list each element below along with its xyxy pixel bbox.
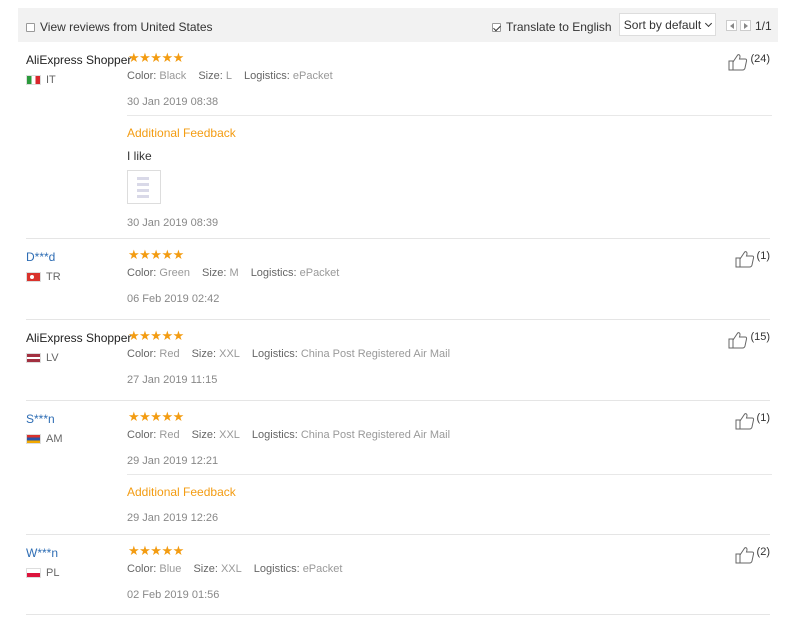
order-attributes: Color: Red Size: XXL Logistics: China Post… <box>127 429 451 441</box>
review-date: 30 Jan 2019 08:38 <box>127 96 219 108</box>
likes-count: (15) <box>750 331 770 343</box>
translate-label[interactable]: Translate to English <box>506 20 612 34</box>
reviewer-country: LV <box>26 352 59 364</box>
review-photo-thumbnail[interactable] <box>127 170 161 204</box>
flag-am-icon <box>26 434 41 444</box>
flag-tr-icon <box>26 272 41 282</box>
flag-pl-icon <box>26 568 41 578</box>
likes-count: (2) <box>756 546 770 558</box>
additional-feedback-date: 30 Jan 2019 08:39 <box>127 217 219 229</box>
flag-it-icon <box>26 75 41 85</box>
arrow-right-icon <box>743 22 748 29</box>
review-separator <box>26 614 770 615</box>
thumbs-up-icon[interactable] <box>735 250 755 268</box>
review-separator <box>26 400 770 401</box>
reviewer-name: D***d <box>26 250 56 264</box>
additional-feedback-title: Additional Feedback <box>127 126 236 140</box>
review-date: 29 Jan 2019 12:21 <box>127 455 219 467</box>
star-rating: ★★★★★ <box>128 543 184 558</box>
reviewer-country: IT <box>26 74 56 86</box>
review-separator <box>26 238 770 239</box>
review-item: W***n PL ★★★★★ Color: Blue Size: XXL Logis… <box>26 543 770 606</box>
sort-label: Sort by default <box>623 17 702 32</box>
country-code: IT <box>46 74 56 86</box>
helpful-vote[interactable]: (15) <box>728 331 770 349</box>
review-separator <box>26 534 770 535</box>
star-rating: ★★★★★ <box>128 50 184 65</box>
review-item: S***n AM ★★★★★ Color: Red Size: XXL Logist… <box>26 409 772 527</box>
arrow-left-icon <box>729 22 734 29</box>
likes-count: (1) <box>756 412 770 424</box>
reviewer-country: TR <box>26 271 61 283</box>
country-code: LV <box>46 352 59 364</box>
sort-dropdown[interactable]: Sort by default <box>619 13 716 36</box>
country-code: AM <box>46 433 63 445</box>
country-code: TR <box>46 271 61 283</box>
view-us-label[interactable]: View reviews from United States <box>40 20 213 34</box>
thumbs-up-icon[interactable] <box>735 546 755 564</box>
helpful-vote[interactable]: (1) <box>735 412 770 430</box>
thumbs-up-icon[interactable] <box>728 331 748 349</box>
order-attributes: Color: Black Size: L Logistics: ePacket <box>127 70 333 82</box>
helpful-vote[interactable]: (24) <box>728 53 770 71</box>
star-rating: ★★★★★ <box>128 328 184 343</box>
order-attributes: Color: Blue Size: XXL Logistics: ePacket <box>127 563 343 575</box>
next-page-button[interactable] <box>740 20 751 31</box>
additional-feedback-date: 29 Jan 2019 12:26 <box>127 512 219 524</box>
review-date: 06 Feb 2019 02:42 <box>127 293 220 305</box>
prev-page-button[interactable] <box>726 20 737 31</box>
view-us-filter[interactable]: View reviews from United States <box>26 20 213 34</box>
country-code: PL <box>46 567 60 579</box>
divider <box>127 115 772 116</box>
view-us-checkbox[interactable] <box>26 22 35 32</box>
helpful-vote[interactable]: (2) <box>735 546 770 564</box>
reviewer-country: PL <box>26 567 59 579</box>
star-rating: ★★★★★ <box>128 247 184 262</box>
review-separator <box>26 319 770 320</box>
flag-lv-icon <box>26 353 41 363</box>
order-attributes: Color: Green Size: M Logistics: ePacket <box>127 267 340 279</box>
likes-count: (24) <box>750 53 770 65</box>
order-attributes: Color: Red Size: XXL Logistics: China Post… <box>127 348 451 360</box>
review-item: AliExpress Shopper LV ★★★★★ Color: Red Si… <box>26 328 770 391</box>
reviewer-name: AliExpress Shopper <box>26 53 132 67</box>
page-count: 1/1 <box>755 19 772 33</box>
reviewer-name: S***n <box>26 412 55 426</box>
thumbs-up-icon[interactable] <box>728 53 748 71</box>
reviewer-country: AM <box>26 433 63 445</box>
reviewer-name: W***n <box>26 546 59 560</box>
review-date: 02 Feb 2019 01:56 <box>127 589 220 601</box>
likes-count: (1) <box>756 250 770 262</box>
translate-toggle[interactable]: Translate to English <box>492 20 612 34</box>
chevron-down-icon <box>705 19 713 27</box>
star-rating: ★★★★★ <box>128 409 184 424</box>
reviews-toolbar: View reviews from United States Translat… <box>18 8 778 42</box>
review-item: D***d TR ★★★★★ Color: Green Size: M Logist… <box>26 247 770 310</box>
additional-feedback-text: I like <box>127 149 152 163</box>
review-item: AliExpress Shopper IT ★★★★★ Color: Black… <box>26 50 772 233</box>
review-date: 27 Jan 2019 11:15 <box>127 374 218 386</box>
thumbs-up-icon[interactable] <box>735 412 755 430</box>
helpful-vote[interactable]: (1) <box>735 250 770 268</box>
divider <box>127 474 772 475</box>
reviewer-name: AliExpress Shopper <box>26 331 132 345</box>
additional-feedback-title: Additional Feedback <box>127 485 236 499</box>
translate-checkbox[interactable] <box>492 22 501 32</box>
